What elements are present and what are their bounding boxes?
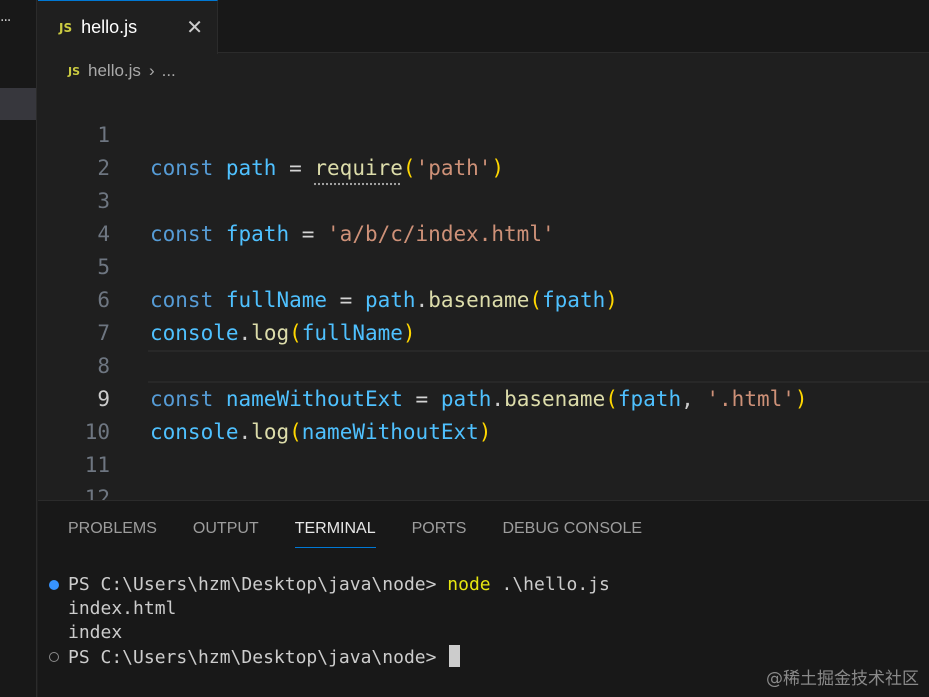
breadcrumb-symbols[interactable]: ... bbox=[162, 61, 176, 81]
code-line: 3 const fpath = 'a/b/c/index.html' bbox=[38, 152, 929, 246]
breadcrumb: JS hello.js › ... bbox=[68, 58, 176, 84]
js-file-icon: JS bbox=[68, 64, 81, 78]
code-line: 12 bbox=[38, 449, 929, 500]
terminal-prompt-line: PS C:\Users\hzm\Desktop\java\node> bbox=[68, 645, 461, 669]
terminal-output-line: index.html bbox=[68, 598, 177, 619]
more-actions-icon[interactable]: ··· bbox=[0, 14, 14, 28]
tab-output[interactable]: OUTPUT bbox=[193, 518, 259, 548]
close-icon[interactable]: ✕ bbox=[186, 17, 203, 37]
js-file-icon: JS bbox=[59, 20, 73, 35]
editor-tab-bar: JS hello.js ✕ bbox=[38, 0, 929, 54]
terminal-output-line: index bbox=[68, 622, 123, 643]
code-editor[interactable]: 1 const path = require('path') 2 3 const… bbox=[38, 86, 929, 500]
terminal-command-line: PS C:\Users\hzm\Desktop\java\node> node … bbox=[68, 574, 610, 595]
tab-ports[interactable]: PORTS bbox=[412, 518, 467, 548]
code-line: 7 bbox=[38, 284, 929, 345]
tab-terminal[interactable]: TERMINAL bbox=[294, 518, 376, 548]
breadcrumb-file[interactable]: hello.js bbox=[88, 61, 141, 81]
code-line: 11 bbox=[38, 416, 929, 477]
code-line: 6 console.log(fullName) bbox=[38, 251, 929, 345]
activity-sidebar-edge: ··· bbox=[0, 0, 37, 697]
panel-tabs: PROBLEMS OUTPUT TERMINAL PORTS DEBUG CON… bbox=[68, 518, 678, 548]
chevron-right-icon: › bbox=[148, 61, 155, 80]
tab-problems[interactable]: PROBLEMS bbox=[68, 518, 157, 548]
code-line-active: 9 console.log(nameWithoutExt) bbox=[38, 350, 929, 444]
code-line: 13 bbox=[38, 482, 929, 500]
terminal-cursor bbox=[449, 645, 461, 667]
tab-debug-console[interactable]: DEBUG CONSOLE bbox=[502, 518, 642, 548]
code-line: 8 const nameWithoutExt = path.basename(f… bbox=[38, 317, 929, 411]
tab-hello-js[interactable]: JS hello.js ✕ bbox=[38, 0, 218, 54]
watermark: @稀土掘金技术社区 bbox=[766, 669, 919, 689]
tab-label: hello.js bbox=[81, 17, 138, 37]
code-line: 4 bbox=[38, 185, 929, 246]
code-line: 1 const path = require('path') bbox=[38, 86, 929, 180]
command-idle-icon[interactable] bbox=[49, 652, 59, 662]
code-line: 2 bbox=[38, 119, 929, 180]
code-line: 5 const fullName = path.basename(fpath) bbox=[38, 218, 929, 312]
selected-sidebar-item[interactable] bbox=[0, 88, 36, 120]
code-line: 10 bbox=[38, 383, 929, 444]
command-success-icon[interactable] bbox=[49, 580, 59, 590]
